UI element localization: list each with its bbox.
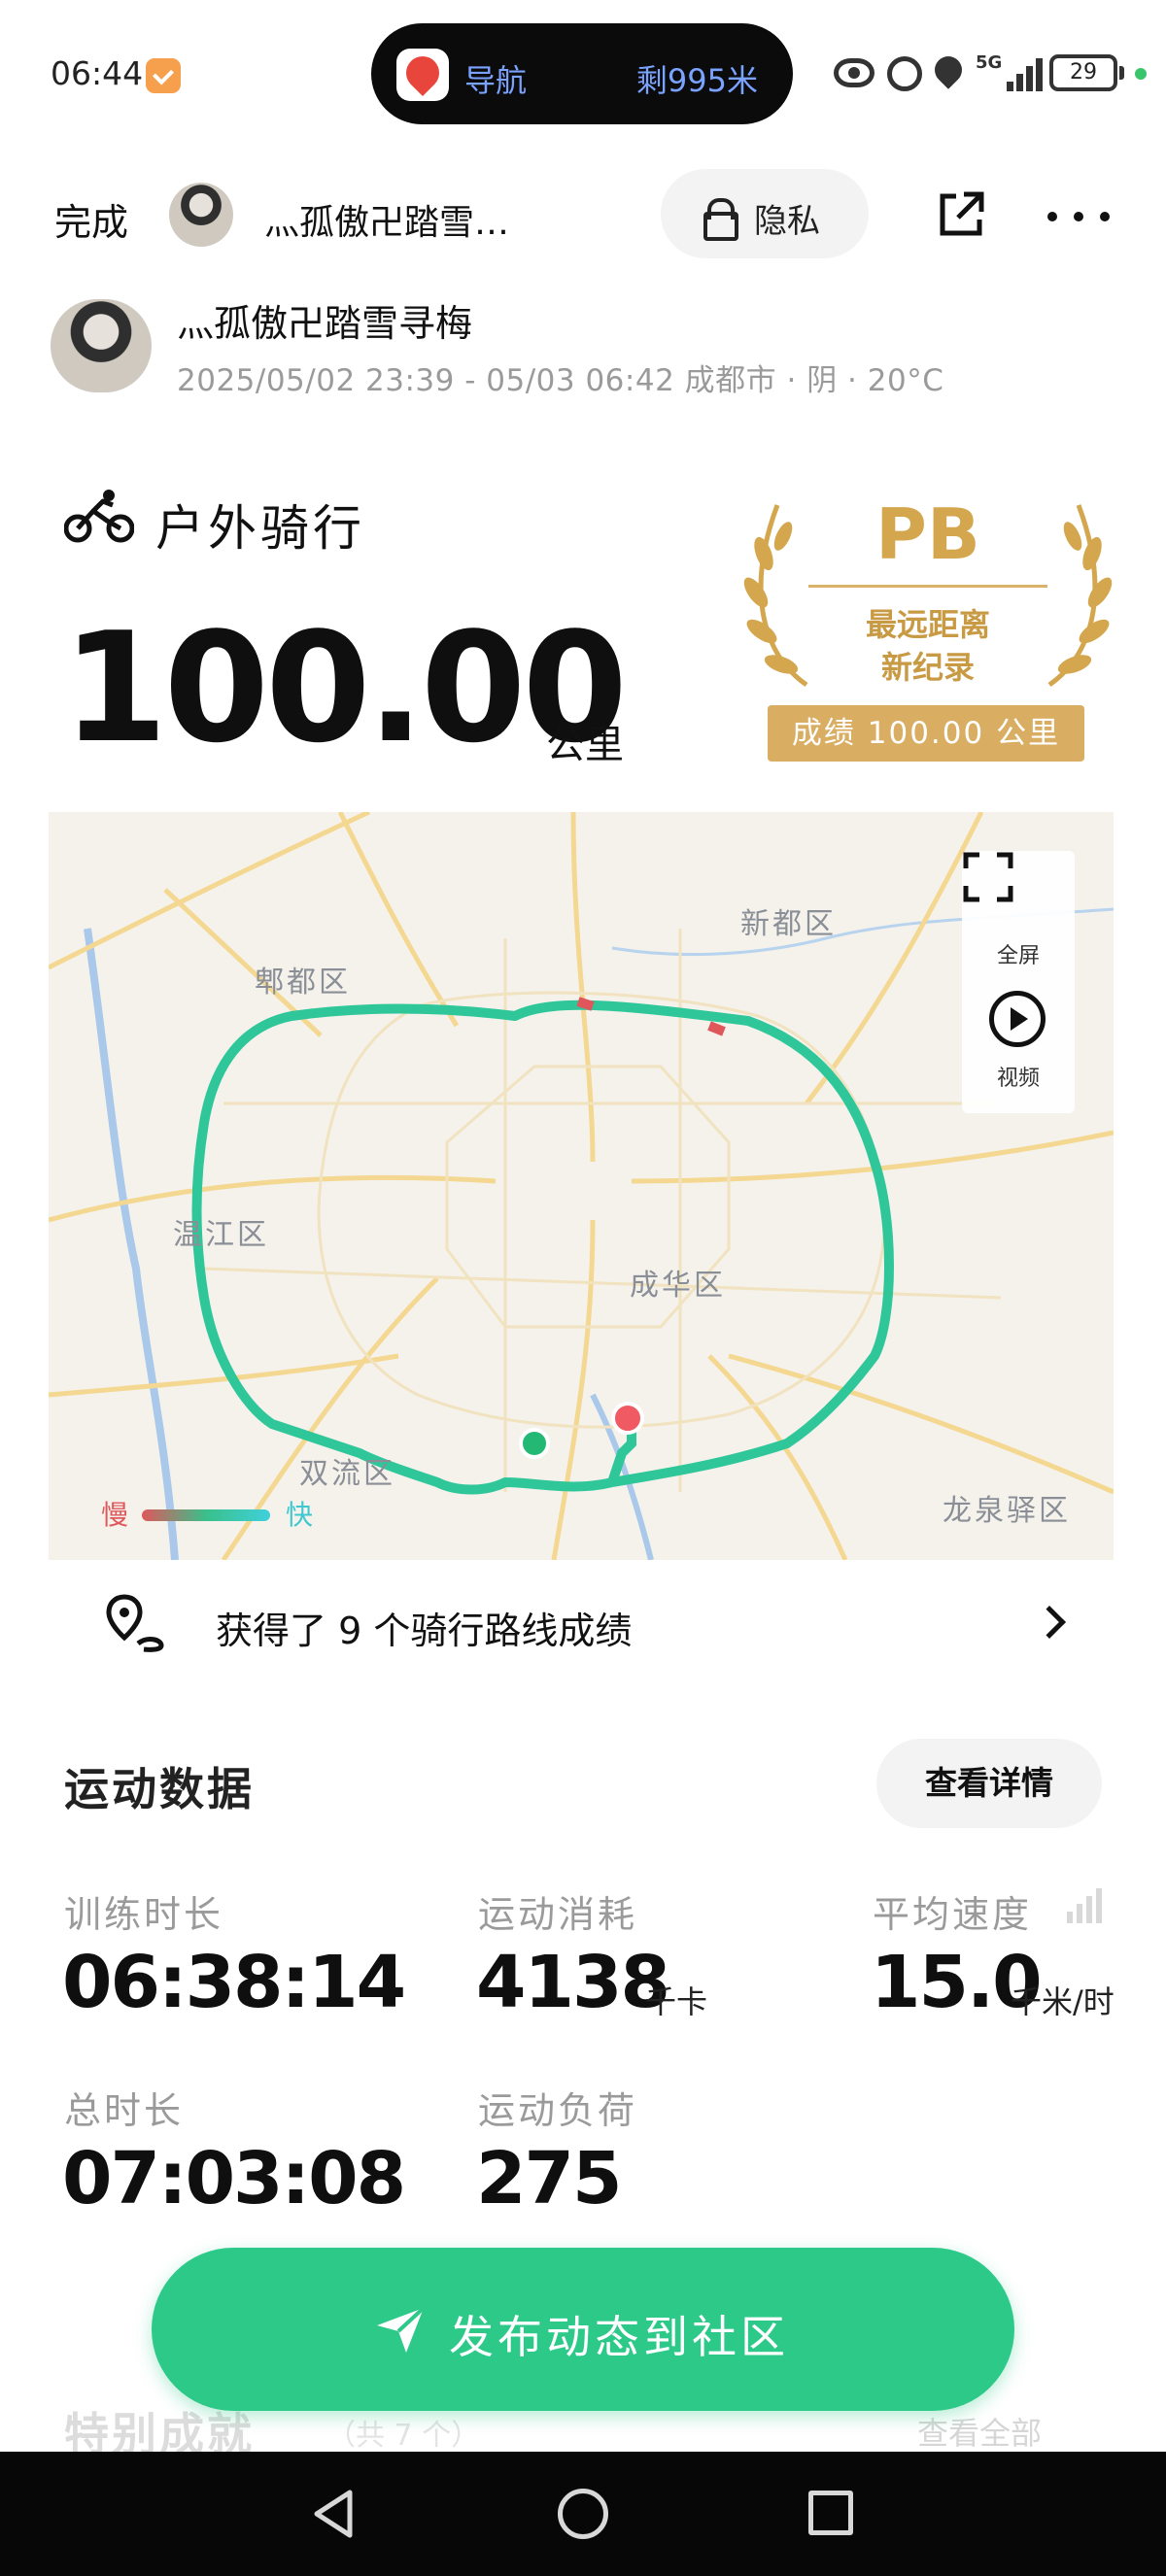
more-icon[interactable] (1047, 212, 1110, 221)
map-roads (49, 812, 1114, 1560)
play-video-icon[interactable] (989, 991, 1046, 1047)
pb-title: PB (875, 493, 980, 575)
sport-data-title: 运动数据 (64, 1763, 255, 1815)
pb-record-type: 最远距离 (865, 606, 990, 643)
activity-type: 户外骑行 (155, 500, 365, 557)
route-achievements-text: 获得了 9 个骑行路线成绩 (216, 1610, 633, 1652)
map-label-chenghua: 成华区 (630, 1269, 726, 1303)
network-type: 5G (976, 52, 1003, 73)
profile-avatar[interactable] (51, 299, 152, 392)
map-label-pidu: 郫都区 (255, 966, 351, 1000)
map-label-longquanyi: 龙泉驿区 (943, 1494, 1071, 1528)
metric-total-time-label: 总时长 (64, 2089, 185, 2132)
distance-value: 100.00 (62, 599, 628, 776)
pb-badge[interactable]: PB 最远距离 新纪录 成绩 100.00 公里 (738, 486, 1117, 767)
map-label-wenjiang: 温江区 (173, 1218, 269, 1252)
profile-name: 灬孤傲卍踏雪寻梅 (177, 302, 473, 345)
navigation-capsule[interactable]: 导航 剩995米 (371, 23, 793, 124)
pb-record-label: 新纪录 (880, 649, 975, 686)
metric-training-time-label: 训练时长 (64, 1893, 224, 1936)
view-all-link[interactable]: 查看全部 (917, 2409, 1042, 2454)
activity-meta: 2025/05/02 23:39 - 05/03 06:42 成都市 · 阴 ·… (177, 363, 944, 398)
back-icon[interactable] (309, 2487, 358, 2541)
metric-avg-speed-label: 平均速度 (873, 1893, 1033, 1936)
metric-load-label: 运动负荷 (478, 2089, 638, 2132)
chevron-right-icon (1033, 1606, 1066, 1639)
metric-calories-label: 运动消耗 (478, 1893, 638, 1936)
system-navigation-bar (0, 2452, 1166, 2576)
home-icon[interactable] (558, 2489, 608, 2539)
fullscreen-label[interactable]: 全屏 (962, 938, 1075, 969)
top-header: 完成 灬孤傲卍踏雪… 隐私 (0, 165, 1166, 262)
done-button[interactable]: 完成 (54, 192, 128, 246)
metric-avg-speed-unit: 千米/时 (1011, 1983, 1115, 2020)
map-controls: 全屏 视频 (962, 851, 1075, 1113)
metric-calories-value: 4138 (476, 1941, 670, 2024)
metric-load-value: 275 (476, 2137, 622, 2220)
status-bar: 06:44 导航 剩995米 5G 29 (0, 0, 1166, 146)
view-details-button[interactable]: 查看详情 (876, 1739, 1102, 1828)
alarm-icon (887, 56, 922, 91)
metric-training-time-value: 06:38:14 (62, 1941, 406, 2024)
publish-label: 发布动态到社区 (449, 2311, 789, 2363)
lock-icon (703, 198, 738, 241)
pb-score: 成绩 100.00 公里 (768, 705, 1084, 762)
route-end-marker (611, 1402, 644, 1435)
status-time: 06:44 (51, 54, 144, 92)
recent-apps-icon[interactable] (808, 2491, 853, 2535)
fullscreen-icon[interactable] (962, 851, 1014, 903)
publish-to-community-button[interactable]: 发布动态到社区 (152, 2248, 1014, 2411)
eye-icon (834, 58, 874, 87)
send-icon (377, 2306, 426, 2353)
metric-calories-unit: 千卡 (645, 1983, 708, 2020)
legend-fast: 快 (286, 1499, 314, 1531)
map-app-icon (396, 49, 449, 101)
route-path (191, 1000, 894, 1495)
speed-legend-bar (142, 1509, 270, 1521)
route-achievements-row[interactable]: 获得了 9 个骑行路线成绩 (49, 1560, 1114, 1684)
charging-dot (1135, 68, 1147, 80)
header-username[interactable]: 灬孤傲卍踏雪… (264, 194, 509, 245)
notification-app-icon (146, 58, 181, 93)
signal-icon (1007, 56, 1053, 91)
route-map[interactable]: 郫都区 新都区 温江区 成华区 双流区 龙泉驿区 全屏 视频 慢 快 (49, 812, 1114, 1560)
pb-divider (808, 585, 1047, 588)
share-icon[interactable] (935, 188, 987, 241)
navigation-label: 导航 (464, 62, 528, 99)
location-icon (929, 51, 968, 89)
map-label-xindu: 新都区 (740, 907, 837, 941)
distance-unit: 公里 (546, 723, 624, 767)
legend-slow: 慢 (101, 1499, 129, 1531)
speed-chart-icon[interactable] (1067, 1888, 1106, 1923)
privacy-label: 隐私 (754, 202, 820, 241)
navigation-remaining: 剩995米 (635, 62, 758, 99)
privacy-button[interactable]: 隐私 (661, 169, 869, 258)
metric-total-time-value: 07:03:08 (62, 2137, 406, 2220)
bicycle-icon (64, 490, 134, 543)
battery-icon: 29 (1049, 54, 1117, 91)
route-start-marker (519, 1428, 550, 1459)
route-pin-icon (106, 1594, 164, 1652)
avatar[interactable] (169, 183, 233, 247)
map-label-shuangliu: 双流区 (299, 1457, 395, 1491)
special-achievements-count: （共 7 个） (326, 2419, 481, 2453)
video-label[interactable]: 视频 (962, 1061, 1075, 1092)
battery-tip (1119, 66, 1124, 80)
